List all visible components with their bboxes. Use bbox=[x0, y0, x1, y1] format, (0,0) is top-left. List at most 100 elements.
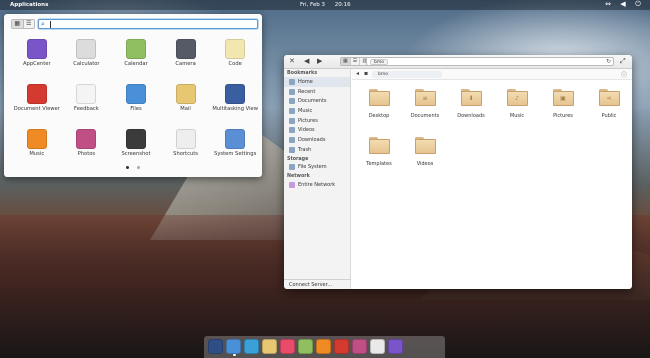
videos-icon[interactable] bbox=[334, 339, 349, 354]
folder-item[interactable]: Videos bbox=[402, 134, 448, 176]
sidebar-item-label: Music bbox=[298, 107, 313, 114]
multitasking-icon bbox=[225, 84, 246, 104]
app-item[interactable]: Screenshot bbox=[111, 127, 161, 163]
launcher-search-input[interactable]: ⌕ bbox=[38, 19, 258, 29]
mail-icon[interactable] bbox=[262, 339, 277, 354]
folder-item[interactable]: ⬇ Downloads bbox=[448, 86, 494, 128]
sidebar-item-label: Downloads bbox=[298, 136, 326, 143]
files-window: ✕ ◀ ▶ ▦ ☰ ▥ bmo ↻ ⤢ Bookmarks Home Recent D… bbox=[284, 55, 632, 289]
folder-label: Desktop bbox=[368, 113, 390, 119]
app-item[interactable]: Shortcuts bbox=[161, 127, 211, 163]
path-segment[interactable]: bmo bbox=[370, 59, 388, 65]
icon-view-icon[interactable]: ▦ bbox=[341, 58, 351, 65]
sidebar-item[interactable]: Home bbox=[284, 77, 350, 87]
folder-item[interactable]: Desktop bbox=[356, 86, 402, 128]
location-bar[interactable]: bmo ↻ bbox=[366, 57, 614, 66]
back-icon[interactable]: ◀ bbox=[304, 57, 309, 66]
forward-icon[interactable]: ▶ bbox=[317, 57, 322, 66]
app-item[interactable]: System Settings bbox=[210, 127, 260, 163]
place-icon bbox=[289, 98, 295, 105]
app-label: Calendar bbox=[124, 61, 148, 67]
app-item[interactable]: Feedback bbox=[62, 82, 112, 118]
folder-item[interactable]: Templates bbox=[356, 134, 402, 176]
folder-item[interactable]: ▣ Pictures bbox=[540, 86, 586, 128]
power-icon[interactable]: ⏻ bbox=[634, 1, 642, 8]
music-icon bbox=[26, 129, 47, 149]
back-small-icon[interactable]: ◂ bbox=[356, 70, 359, 77]
app-item[interactable]: Photos bbox=[62, 127, 112, 163]
clock[interactable]: Fri, Feb 3 20:16 bbox=[300, 2, 359, 8]
folder-emblem: ⬇ bbox=[468, 95, 474, 102]
refresh-icon[interactable]: ↻ bbox=[606, 58, 611, 65]
sound-icon[interactable]: ◀ bbox=[619, 1, 627, 8]
folder-label: Public bbox=[601, 113, 617, 119]
close-icon[interactable]: ✕ bbox=[289, 57, 295, 66]
grid-view-icon[interactable]: ▦ bbox=[12, 20, 24, 28]
app-item[interactable]: Camera bbox=[161, 37, 211, 73]
sidebar-item[interactable]: Videos bbox=[284, 125, 350, 135]
photos-icon[interactable] bbox=[352, 339, 367, 354]
folder-item[interactable]: ♪ Music bbox=[494, 86, 540, 128]
folder-emblem: ♪ bbox=[515, 95, 519, 102]
connect-server-button[interactable]: Connect Server... bbox=[284, 279, 351, 289]
app-launcher: ▦ ☰ ⌕ AppCenter Calculator Calendar Camera C… bbox=[4, 14, 262, 177]
terminal-icon[interactable] bbox=[370, 339, 385, 354]
home-small-icon[interactable]: ▪ bbox=[364, 70, 368, 77]
appcenter-icon[interactable] bbox=[388, 339, 403, 354]
app-label: Calculator bbox=[73, 61, 100, 67]
app-item[interactable]: AppCenter bbox=[12, 37, 62, 73]
sidebar-item[interactable]: Trash bbox=[284, 145, 350, 155]
files-icon[interactable] bbox=[226, 339, 241, 356]
app-label: Music bbox=[29, 151, 45, 157]
app-item[interactable]: Files bbox=[111, 82, 161, 118]
place-icon bbox=[289, 182, 295, 189]
app-label: Shortcuts bbox=[173, 151, 198, 157]
page-dot[interactable] bbox=[137, 166, 140, 169]
folder-icon: ⋖ bbox=[598, 89, 620, 106]
clock-time: 20:16 bbox=[334, 2, 351, 8]
sidebar-item[interactable]: Entire Network bbox=[284, 180, 350, 190]
info-icon[interactable]: ⓘ bbox=[621, 70, 627, 79]
tasks-icon[interactable] bbox=[280, 339, 295, 354]
app-label: Multitasking View bbox=[212, 106, 258, 112]
app-item[interactable]: Music bbox=[12, 127, 62, 163]
music-icon[interactable] bbox=[316, 339, 331, 354]
calendar-icon[interactable] bbox=[298, 339, 313, 354]
app-item[interactable]: Calculator bbox=[62, 37, 112, 73]
network-icon[interactable]: ⇔ bbox=[604, 1, 612, 8]
folder-emblem: ⋖ bbox=[606, 95, 612, 102]
folder-grid: Desktop ≡ Documents ⬇ Downloads ♪ Music ▣ Pictur… bbox=[356, 86, 632, 176]
sidebar-item[interactable]: Recent bbox=[284, 87, 350, 97]
sidebar-item-label: Trash bbox=[298, 146, 312, 153]
sidebar-item[interactable]: Music bbox=[284, 106, 350, 116]
web-browser-icon[interactable] bbox=[244, 339, 259, 354]
page-dot[interactable] bbox=[126, 166, 129, 169]
folder-item[interactable]: ⋖ Public bbox=[586, 86, 632, 128]
app-item[interactable]: Calendar bbox=[111, 37, 161, 73]
applications-menu-button[interactable]: Applications bbox=[10, 2, 48, 8]
sidebar-item[interactable]: Downloads bbox=[284, 135, 350, 145]
sidebar-item[interactable]: Documents bbox=[284, 96, 350, 106]
folder-icon: ♪ bbox=[506, 89, 528, 106]
category-view-icon[interactable]: ☰ bbox=[24, 20, 35, 28]
maximize-icon[interactable]: ⤢ bbox=[620, 57, 626, 66]
multitasking-icon[interactable] bbox=[208, 339, 223, 354]
path-breadcrumb[interactable]: bmo bbox=[372, 71, 442, 78]
folder-label: Downloads bbox=[457, 113, 485, 119]
app-label: System Settings bbox=[214, 151, 257, 157]
sidebar-item[interactable]: File System bbox=[284, 163, 350, 173]
feedback-icon bbox=[76, 84, 97, 104]
system-tray: ⇔ ◀ ⏻ bbox=[604, 1, 642, 8]
app-item[interactable]: Code bbox=[210, 37, 260, 73]
folder-item[interactable]: ≡ Documents bbox=[402, 86, 448, 128]
app-grid: AppCenter Calculator Calendar Camera Code Doc… bbox=[12, 37, 260, 163]
app-item[interactable]: Document Viewer bbox=[12, 82, 62, 118]
top-panel: Applications Fri, Feb 3 20:16 ⇔ ◀ ⏻ bbox=[0, 0, 650, 10]
app-item[interactable]: Mail bbox=[161, 82, 211, 118]
sidebar-item-label: Home bbox=[298, 78, 313, 85]
list-view-icon[interactable]: ☰ bbox=[351, 58, 361, 65]
app-item[interactable]: Multitasking View bbox=[210, 82, 260, 118]
sidebar-item[interactable]: Pictures bbox=[284, 116, 350, 126]
sidebar-section-title: Bookmarks bbox=[287, 71, 318, 76]
app-label: Screenshot bbox=[121, 151, 151, 157]
